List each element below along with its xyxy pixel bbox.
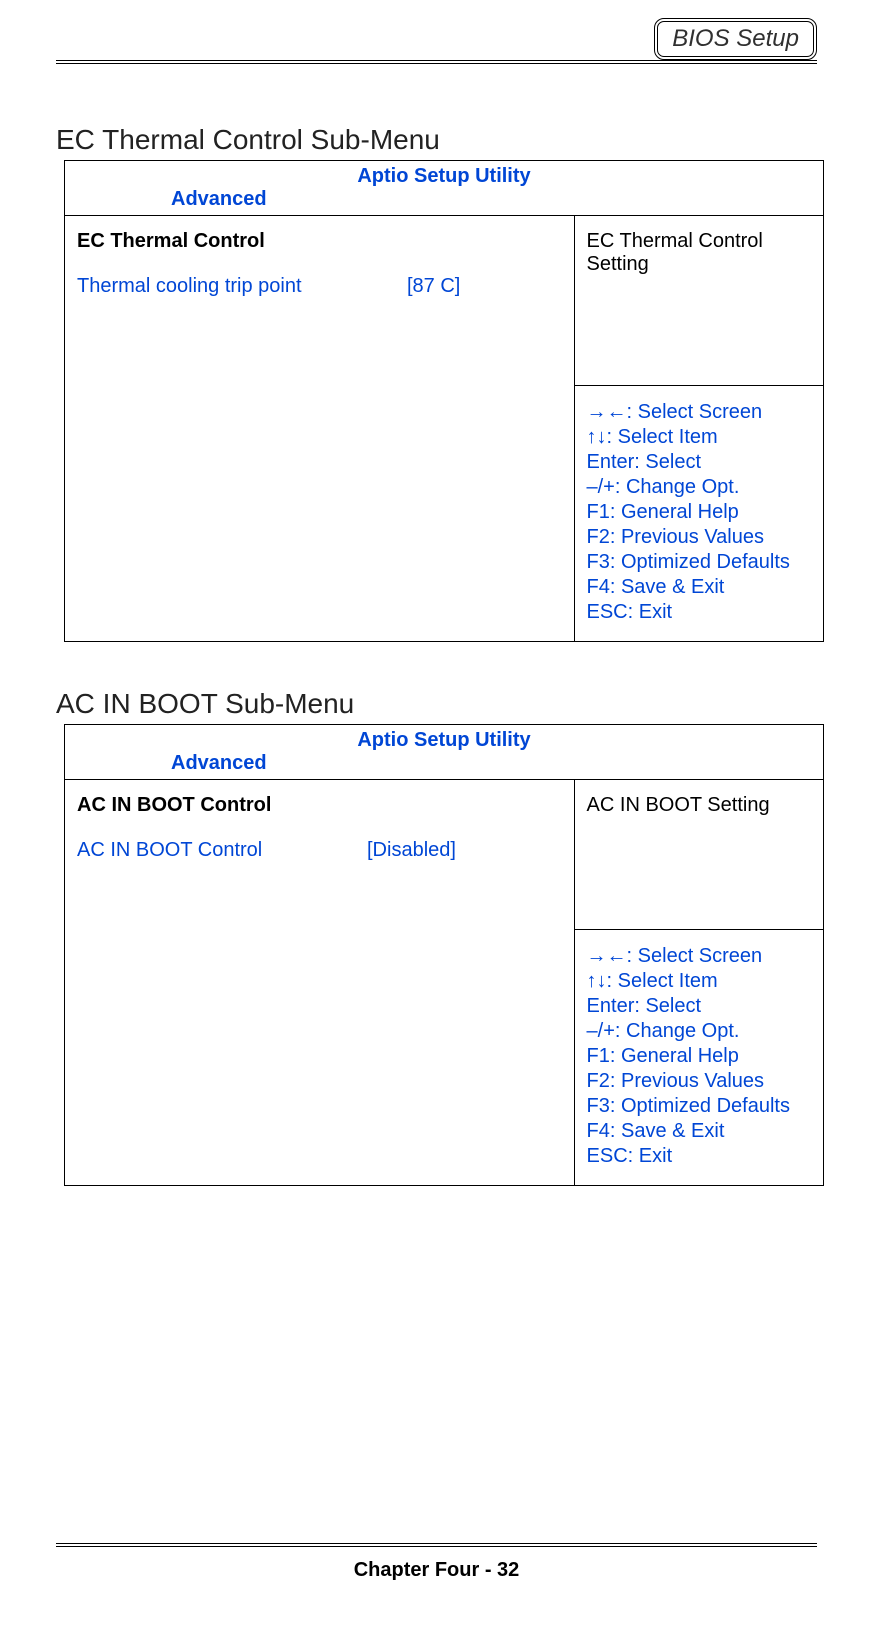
section-title-ac-in-boot: AC IN BOOT Sub-Menu bbox=[56, 688, 817, 720]
help-line: F2: Previous Values bbox=[587, 525, 812, 550]
options-panel: AC IN BOOT Control AC IN BOOT Control [D… bbox=[65, 780, 575, 1186]
panel-heading: EC Thermal Control bbox=[77, 230, 562, 253]
utility-title: Aptio Setup Utility bbox=[75, 165, 813, 188]
option-row-thermal-trip[interactable]: Thermal cooling trip point [87 C] bbox=[77, 275, 562, 298]
help-line: –/+: Change Opt. bbox=[587, 475, 812, 500]
help-line: –/+: Change Opt. bbox=[587, 1019, 811, 1044]
bios-table-ac-in-boot: Aptio Setup Utility Advanced AC IN BOOT … bbox=[64, 724, 824, 1186]
bios-header-cell: Aptio Setup Utility Advanced bbox=[65, 161, 824, 216]
option-label: AC IN BOOT Control bbox=[77, 839, 367, 862]
help-line: ESC: Exit bbox=[587, 600, 812, 625]
header-rule bbox=[56, 60, 817, 64]
help-line: ↑↓: Select Item bbox=[587, 969, 811, 994]
option-value[interactable]: [87 C] bbox=[407, 275, 460, 298]
section-title-ec-thermal: EC Thermal Control Sub-Menu bbox=[56, 124, 817, 156]
footer-text: Chapter Four - 32 bbox=[354, 1559, 520, 1581]
help-line: →←: Select Screen bbox=[587, 944, 811, 969]
help-list: →←: Select Screen ↑↓: Select Item Enter:… bbox=[587, 944, 811, 1169]
help-line: →←: Select Screen bbox=[587, 400, 812, 425]
option-value[interactable]: [Disabled] bbox=[367, 839, 456, 862]
help-line: F2: Previous Values bbox=[587, 1069, 811, 1094]
help-line: Enter: Select bbox=[587, 994, 811, 1019]
tab-advanced[interactable]: Advanced bbox=[75, 188, 813, 211]
description-cell: AC IN BOOT Setting bbox=[574, 780, 823, 930]
options-panel: EC Thermal Control Thermal cooling trip … bbox=[65, 216, 575, 642]
help-line: F3: Optimized Defaults bbox=[587, 550, 812, 575]
utility-title: Aptio Setup Utility bbox=[75, 729, 813, 752]
header-badge: BIOS Setup bbox=[654, 18, 817, 60]
option-row-ac-in-boot[interactable]: AC IN BOOT Control [Disabled] bbox=[77, 839, 562, 862]
help-cell: →←: Select Screen ↑↓: Select Item Enter:… bbox=[574, 386, 824, 642]
help-line: F4: Save & Exit bbox=[587, 1119, 811, 1144]
footer: Chapter Four - 32 bbox=[56, 1543, 817, 1582]
help-line: F4: Save & Exit bbox=[587, 575, 812, 600]
bios-table-ec-thermal: Aptio Setup Utility Advanced EC Thermal … bbox=[64, 160, 824, 642]
help-line: F3: Optimized Defaults bbox=[587, 1094, 811, 1119]
bios-header-cell: Aptio Setup Utility Advanced bbox=[65, 725, 824, 780]
help-cell: →←: Select Screen ↑↓: Select Item Enter:… bbox=[574, 930, 823, 1186]
help-list: →←: Select Screen ↑↓: Select Item Enter:… bbox=[587, 400, 812, 625]
tab-advanced[interactable]: Advanced bbox=[75, 752, 813, 775]
panel-heading: AC IN BOOT Control bbox=[77, 794, 562, 817]
help-line: F1: General Help bbox=[587, 500, 812, 525]
help-line: Enter: Select bbox=[587, 450, 812, 475]
description-cell: EC Thermal Control Setting bbox=[574, 216, 824, 386]
option-label: Thermal cooling trip point bbox=[77, 275, 407, 298]
help-line: F1: General Help bbox=[587, 1044, 811, 1069]
help-line: ESC: Exit bbox=[587, 1144, 811, 1169]
help-line: ↑↓: Select Item bbox=[587, 425, 812, 450]
